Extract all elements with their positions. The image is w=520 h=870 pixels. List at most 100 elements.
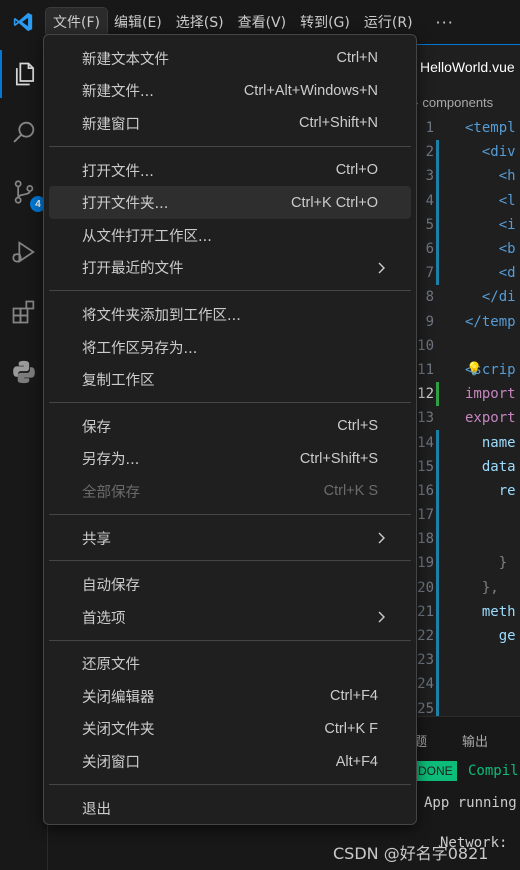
menu-item[interactable]: 打开最近的文件 (49, 252, 411, 285)
chevron-right-icon (378, 532, 385, 544)
menu-item[interactable]: 新建文本文件 Ctrl+N (49, 42, 411, 75)
gutter-marker (434, 551, 441, 576)
gutter-marker (434, 285, 441, 309)
code-text: } (465, 555, 508, 572)
menu-item-shortcut: Alt+F4 (335, 753, 378, 770)
code-view[interactable]: 1 <templ 2 <div 3 <h 4 <l 5 <i 6 <b 7 <d 8 </di 9… (410, 116, 520, 721)
menu-item-label: 关闭文件夹 (82, 722, 155, 739)
code-line[interactable]: 12 import (410, 382, 520, 407)
menu-item-label: 保存 (82, 419, 111, 436)
code-text: ge (465, 628, 516, 645)
compile-status-text: Compil (468, 763, 519, 779)
tab-helloworld[interactable]: HelloWorld.vue (410, 44, 520, 88)
code-text: <d (465, 265, 516, 282)
breadcrumb-folder[interactable]: components (422, 95, 493, 110)
code-line[interactable]: 14 name (410, 430, 520, 455)
code-line[interactable]: 6 <b (410, 236, 520, 262)
tab-output[interactable]: 输出 (462, 731, 488, 750)
menu-separator (49, 560, 411, 562)
menu-item[interactable]: 另存为... Ctrl+Shift+S (49, 443, 411, 476)
code-line[interactable]: 13 export (410, 406, 520, 430)
gutter-marker (434, 648, 441, 673)
menu-item[interactable]: 将文件夹添加到工作区... (49, 298, 411, 331)
menu-item-label: 关闭编辑器 (82, 689, 155, 706)
search-icon[interactable] (0, 108, 48, 156)
menu-item-label: 打开文件夹... (82, 196, 169, 213)
app-running-text: App running (424, 795, 517, 811)
code-text: <l (465, 192, 516, 209)
menu-item[interactable]: 共享 (49, 522, 411, 555)
breadcrumb[interactable]: › components (410, 90, 493, 114)
code-line[interactable]: 16 re (410, 478, 520, 504)
gutter-marker (434, 236, 441, 262)
code-text: meth (465, 603, 516, 620)
menu-item[interactable]: 从文件打开工作区... (49, 219, 411, 252)
code-line[interactable]: 17 (410, 503, 520, 528)
menu-item[interactable]: 自动保存 (49, 568, 411, 601)
code-line[interactable]: 3 <h (410, 164, 520, 189)
code-line[interactable]: 4 <l (410, 188, 520, 213)
code-line[interactable]: 1 <templ (410, 116, 520, 140)
code-line[interactable]: 22 ge (410, 623, 520, 649)
python-icon[interactable] (0, 348, 48, 396)
code-line[interactable]: 2 <div (410, 140, 520, 165)
menu-edit[interactable]: 编辑(E) (107, 8, 169, 36)
code-line[interactable]: 8 </di (410, 285, 520, 309)
vscode-logo-icon (0, 0, 46, 44)
menu-item-label: 自动保存 (82, 578, 140, 595)
code-line[interactable]: 5 <i (410, 212, 520, 238)
menu-selection[interactable]: 选择(S) (169, 8, 231, 36)
menu-go[interactable]: 转到(G) (293, 8, 357, 36)
menu-item[interactable]: 打开文件... Ctrl+O (49, 154, 411, 187)
code-line[interactable]: 18 (410, 527, 520, 552)
gutter-marker (434, 140, 441, 165)
menu-item[interactable]: 新建窗口 Ctrl+Shift+N (49, 107, 411, 140)
extensions-icon[interactable] (0, 288, 48, 336)
menu-item[interactable]: 关闭文件夹 Ctrl+K F (49, 713, 411, 746)
gutter-marker (434, 406, 441, 430)
menu-item[interactable]: 退出 (49, 792, 411, 825)
menu-item[interactable]: 保存 Ctrl+S (49, 410, 411, 443)
run-debug-icon[interactable] (0, 228, 48, 276)
menu-item: 全部保存 Ctrl+K S (49, 475, 411, 508)
menu-item-shortcut: Ctrl+F4 (330, 688, 378, 705)
menu-item[interactable]: 关闭窗口 Alt+F4 (49, 745, 411, 778)
code-line[interactable]: 24 (410, 672, 520, 697)
code-line[interactable]: 15 data (410, 454, 520, 480)
explorer-icon[interactable] (0, 50, 48, 98)
menu-item-shortcut: Ctrl+K S (323, 483, 378, 500)
chevron-right-icon (378, 611, 385, 623)
menu-item[interactable]: 还原文件 (49, 648, 411, 681)
menu-item-label: 另存为... (82, 452, 140, 469)
menu-file[interactable]: 文件(F) (45, 7, 108, 37)
menu-item-label: 新建窗口 (82, 116, 140, 133)
code-line[interactable]: 20 }, (410, 575, 520, 600)
lightbulb-icon[interactable]: 💡 (466, 362, 482, 377)
menu-item[interactable]: 复制工作区 (49, 363, 411, 396)
code-line[interactable]: 21 meth (410, 599, 520, 625)
menu-view[interactable]: 查看(V) (231, 8, 294, 36)
code-line[interactable]: 11 <scrip 💡 (410, 358, 520, 382)
code-text: import (465, 386, 516, 403)
code-line[interactable]: 10 (410, 334, 520, 358)
code-line[interactable]: 19 } (410, 551, 520, 576)
menu-item[interactable]: 首选项 (49, 601, 411, 634)
menu-item[interactable]: 关闭编辑器 Ctrl+F4 (49, 680, 411, 713)
gutter-marker (434, 358, 441, 382)
code-text: data (465, 458, 516, 475)
menu-item[interactable]: 打开文件夹... Ctrl+K Ctrl+O (49, 186, 411, 219)
menu-item-label: 将文件夹添加到工作区... (82, 307, 241, 324)
code-line[interactable]: 23 (410, 648, 520, 673)
menu-run[interactable]: 运行(R) (357, 8, 420, 36)
menu-more-button[interactable]: ··· (420, 8, 470, 36)
menu-item-label: 复制工作区 (82, 373, 155, 390)
code-line[interactable]: 7 <d (410, 261, 520, 286)
code-line[interactable]: 9 </temp (410, 310, 520, 334)
code-text: }, (465, 579, 499, 596)
menu-item-shortcut: Ctrl+Shift+N (299, 115, 378, 132)
code-text: name (465, 434, 516, 451)
menu-item[interactable]: 将工作区另存为... (49, 331, 411, 364)
menu-item-label: 将工作区另存为... (82, 340, 198, 357)
menu-item[interactable]: 新建文件... Ctrl+Alt+Windows+N (49, 75, 411, 108)
menu-item-shortcut: Ctrl+S (337, 418, 378, 435)
